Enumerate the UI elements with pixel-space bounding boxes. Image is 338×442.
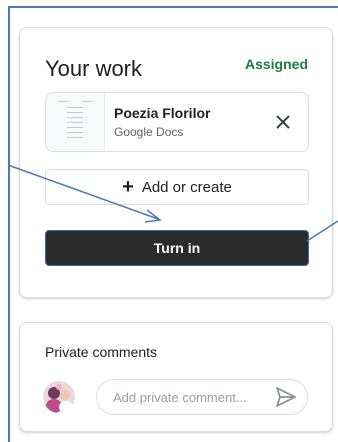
turn-in-label: Turn in bbox=[153, 240, 201, 256]
private-comments-title: Private comments bbox=[45, 344, 158, 360]
avatar bbox=[43, 381, 75, 413]
document-thumbnail bbox=[46, 93, 105, 151]
attachment-card[interactable]: Poezia Florilor Google Docs bbox=[45, 92, 309, 152]
add-or-create-button[interactable]: + Add or create bbox=[45, 169, 309, 205]
remove-attachment-button[interactable] bbox=[270, 109, 296, 135]
plus-icon: + bbox=[122, 176, 134, 198]
add-or-create-label: Add or create bbox=[141, 178, 232, 196]
turn-in-button[interactable]: Turn in bbox=[45, 230, 309, 266]
your-work-title: Your work bbox=[45, 56, 143, 81]
send-comment-button[interactable] bbox=[274, 386, 298, 408]
assignment-status: Assigned bbox=[244, 56, 308, 72]
your-work-card: Your work Assigned Poezia Florilor Googl… bbox=[19, 27, 333, 298]
private-comments-card: Private comments bbox=[19, 322, 333, 432]
send-icon bbox=[276, 387, 296, 407]
attachment-type: Google Docs bbox=[114, 125, 184, 139]
attachment-title: Poezia Florilor bbox=[114, 105, 211, 121]
close-icon bbox=[276, 115, 290, 129]
